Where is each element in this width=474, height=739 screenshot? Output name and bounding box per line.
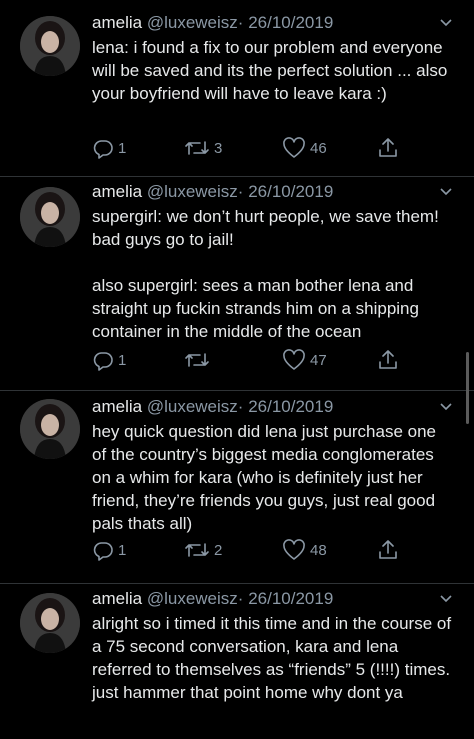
tweet[interactable]: amelia @luxeweisz· 26/10/2019 hey quick … xyxy=(0,391,474,584)
separator: · xyxy=(237,589,244,608)
avatar[interactable] xyxy=(20,187,80,247)
tweet[interactable]: amelia @luxeweisz· 26/10/2019 supergirl:… xyxy=(0,177,474,391)
retweet-button[interactable] xyxy=(184,348,214,372)
separator: · xyxy=(237,182,244,201)
reply-count: 1 xyxy=(118,139,127,157)
heart-icon xyxy=(283,539,305,560)
author-handle[interactable]: @luxeweisz xyxy=(147,13,238,32)
reply-icon xyxy=(93,352,113,371)
share-icon xyxy=(379,138,397,157)
tweet-date[interactable]: 26/10/2019 xyxy=(248,13,333,32)
share-icon xyxy=(379,350,397,369)
reply-button[interactable]: 1 xyxy=(92,348,126,372)
avatar-image xyxy=(20,593,80,653)
tweet-date[interactable]: 26/10/2019 xyxy=(248,182,333,201)
retweet-button[interactable]: 3 xyxy=(184,136,222,160)
chevron-down-icon[interactable] xyxy=(438,14,454,30)
author-name[interactable]: amelia xyxy=(92,589,142,608)
tweet-actions: 1 47 xyxy=(92,348,422,372)
avatar-image xyxy=(20,187,80,247)
retweet-icon xyxy=(185,141,209,155)
like-count: 47 xyxy=(310,351,327,369)
share-button[interactable] xyxy=(376,348,400,372)
tweet[interactable]: amelia @luxeweisz· 26/10/2019 alright so… xyxy=(0,584,474,739)
heart-icon xyxy=(283,349,305,370)
tweet-header: amelia @luxeweisz· 26/10/2019 xyxy=(92,396,454,418)
tweet-header: amelia @luxeweisz· 26/10/2019 xyxy=(92,12,454,34)
tweet-text: hey quick question did lena just purchas… xyxy=(92,422,441,533)
retweet-icon xyxy=(185,353,209,367)
avatar-image xyxy=(20,399,80,459)
like-count: 46 xyxy=(310,139,327,157)
chevron-down-icon[interactable] xyxy=(438,183,454,199)
reply-button[interactable]: 1 xyxy=(92,538,126,562)
chevron-down-icon[interactable] xyxy=(438,590,454,606)
separator: · xyxy=(237,13,244,32)
share-button[interactable] xyxy=(376,136,400,160)
share-button[interactable] xyxy=(376,538,400,562)
like-button[interactable]: 47 xyxy=(282,348,327,372)
chevron-down-icon[interactable] xyxy=(438,398,454,414)
reply-count: 1 xyxy=(118,351,127,369)
reply-icon xyxy=(93,542,113,561)
avatar[interactable] xyxy=(20,399,80,459)
avatar[interactable] xyxy=(20,593,80,653)
tweet-actions: 1 3 46 xyxy=(92,136,422,160)
author-name[interactable]: amelia xyxy=(92,397,142,416)
author-name[interactable]: amelia xyxy=(92,13,142,32)
reply-icon xyxy=(93,140,113,159)
author-name[interactable]: amelia xyxy=(92,182,142,201)
timeline: amelia @luxeweisz· 26/10/2019 lena: i fo… xyxy=(0,0,474,739)
tweet-text: lena: i found a fix to our problem and e… xyxy=(92,38,453,103)
like-count: 48 xyxy=(310,541,327,559)
separator: · xyxy=(237,397,244,416)
heart-icon xyxy=(283,137,305,158)
tweet[interactable]: amelia @luxeweisz· 26/10/2019 lena: i fo… xyxy=(0,0,474,177)
tweet-header: amelia @luxeweisz· 26/10/2019 xyxy=(92,588,454,610)
author-handle[interactable]: @luxeweisz xyxy=(147,182,238,201)
tweet-date[interactable]: 26/10/2019 xyxy=(248,589,333,608)
retweet-icon xyxy=(185,543,209,557)
author-handle[interactable]: @luxeweisz xyxy=(147,397,238,416)
share-icon xyxy=(379,540,397,559)
like-button[interactable]: 46 xyxy=(282,136,327,160)
reply-button[interactable]: 1 xyxy=(92,136,126,160)
retweet-button[interactable]: 2 xyxy=(184,538,222,562)
scrollbar[interactable] xyxy=(466,352,469,424)
retweet-count: 2 xyxy=(214,541,223,559)
reply-count: 1 xyxy=(118,541,127,559)
tweet-date[interactable]: 26/10/2019 xyxy=(248,397,333,416)
tweet-text: alright so i timed it this time and in t… xyxy=(92,614,456,702)
tweet-header: amelia @luxeweisz· 26/10/2019 xyxy=(92,181,454,203)
tweet-text: supergirl: we don’t hurt people, we save… xyxy=(92,207,439,341)
avatar[interactable] xyxy=(20,16,80,76)
avatar-image xyxy=(20,16,80,76)
author-handle[interactable]: @luxeweisz xyxy=(147,589,238,608)
like-button[interactable]: 48 xyxy=(282,538,327,562)
tweet-actions: 1 2 48 xyxy=(92,538,422,562)
retweet-count: 3 xyxy=(214,139,223,157)
